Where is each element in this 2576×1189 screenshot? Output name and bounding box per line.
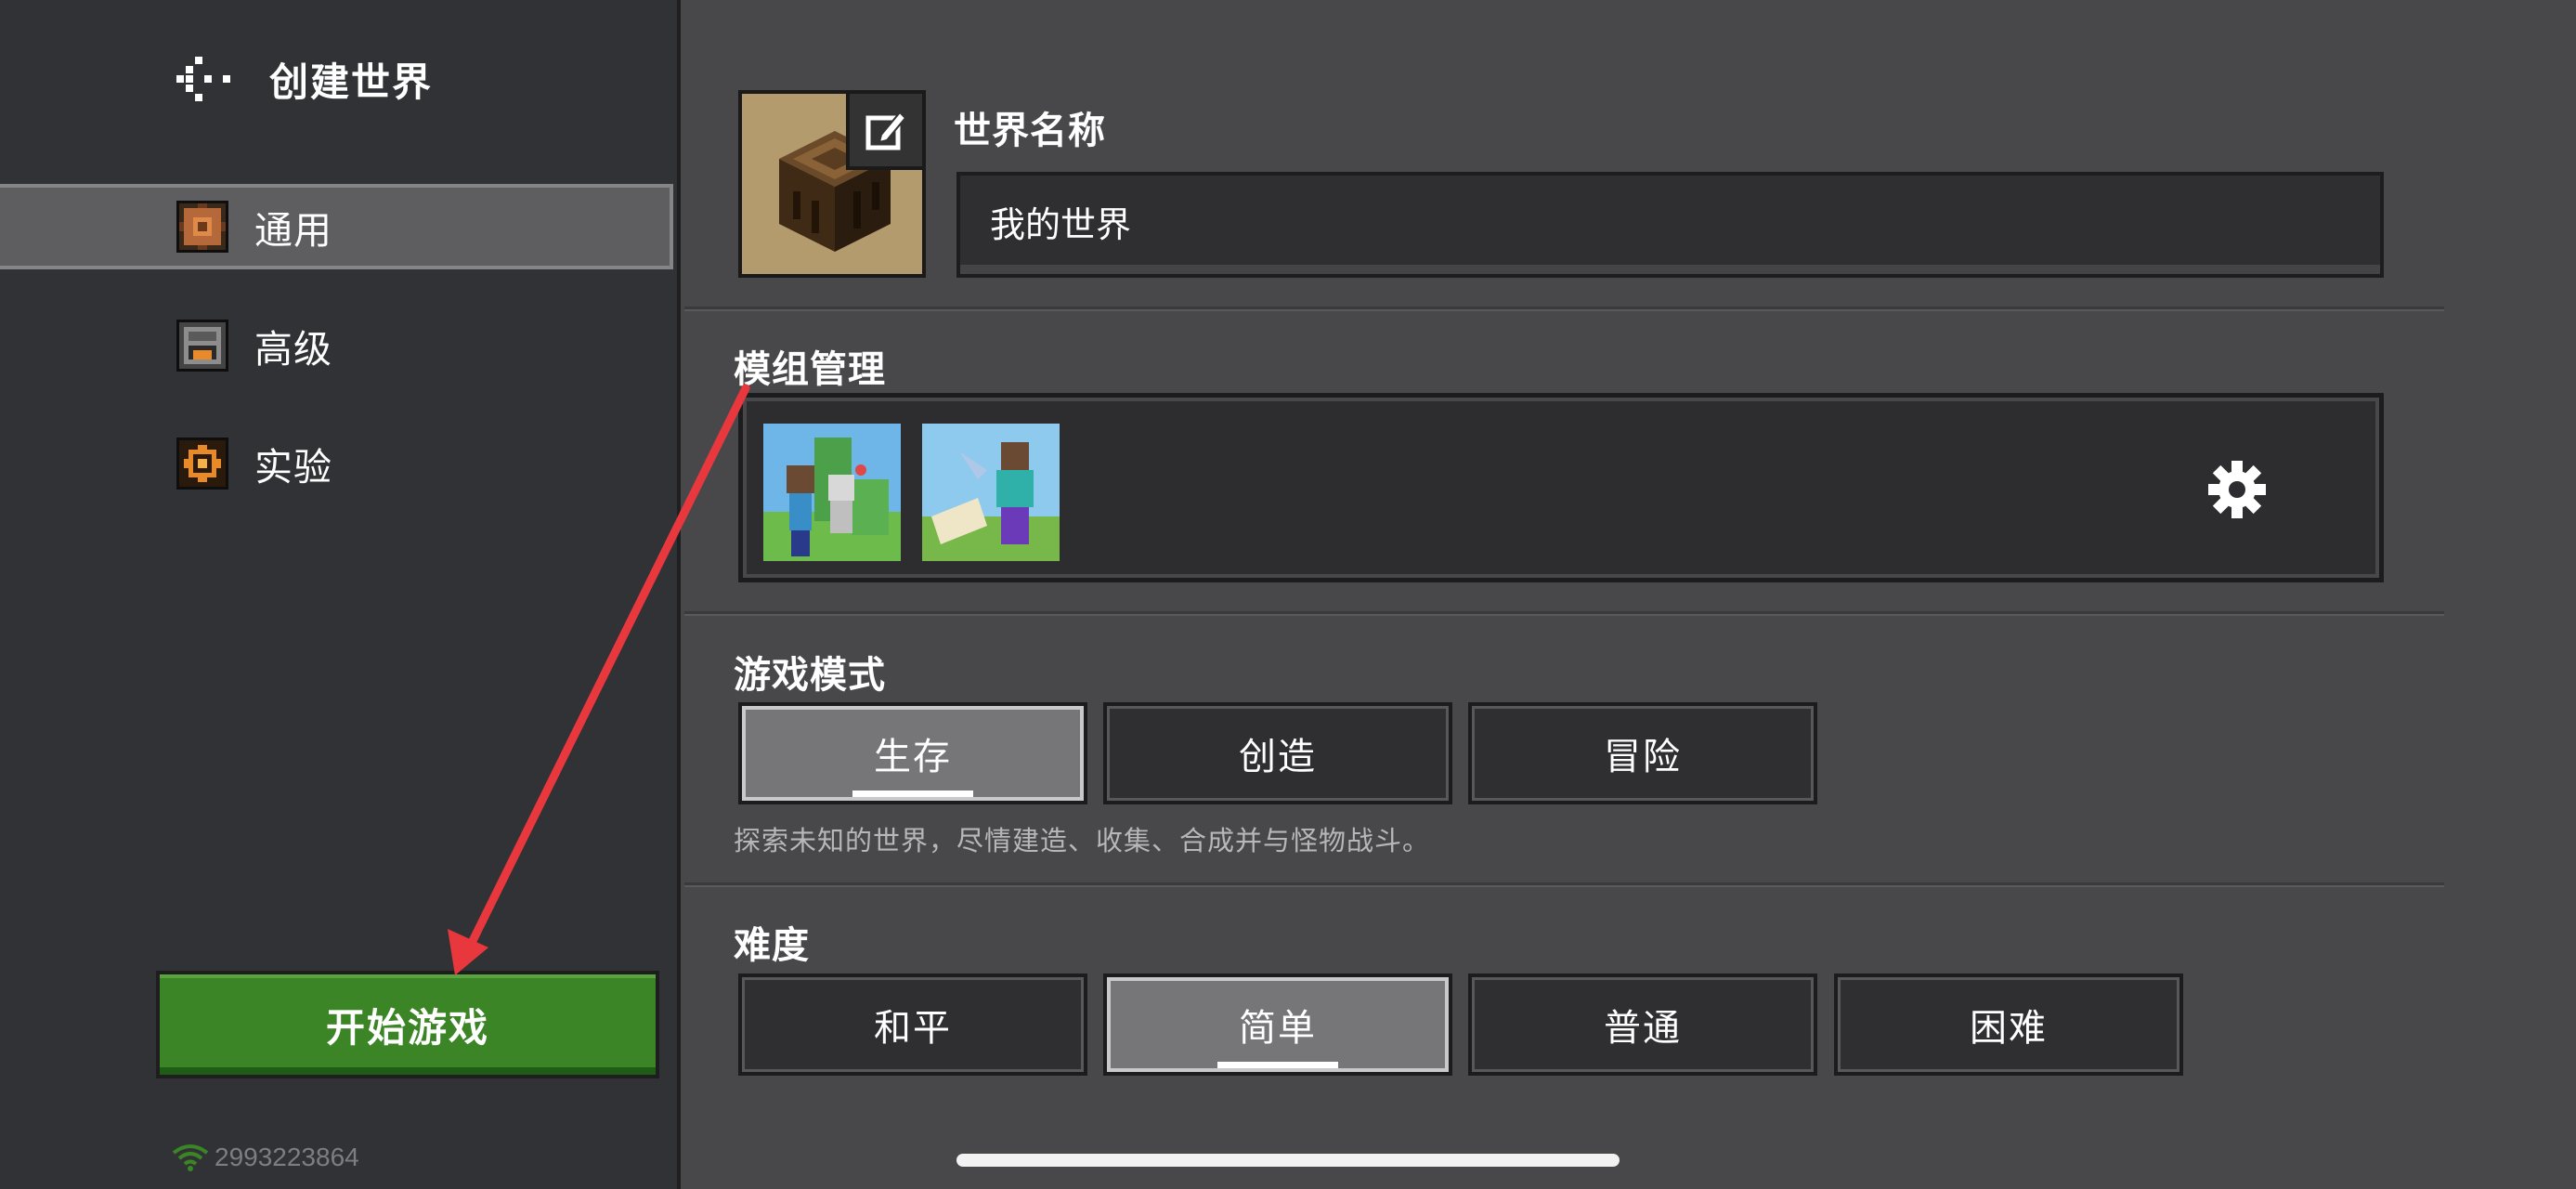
game-mode-title: 游戏模式: [734, 654, 886, 697]
mods-panel[interactable]: [738, 393, 2384, 582]
sidebar-item-label: 实验: [254, 445, 332, 490]
general-icon: [176, 201, 228, 253]
divider: [684, 882, 2444, 887]
difficulty-title: 难度: [734, 924, 810, 967]
edit-icon: [865, 111, 907, 150]
sidebar: 创建世界 通用 高级 实验 开始游戏 2993223864: [0, 0, 681, 1189]
sidebar-item-general[interactable]: 通用: [0, 184, 673, 269]
header: 创建世界: [176, 51, 433, 107]
wifi-icon: [172, 1144, 209, 1171]
sidebar-item-label: 高级: [254, 327, 332, 372]
gear-icon[interactable]: [2206, 459, 2268, 520]
world-icon: [738, 90, 926, 278]
game-mode-survival-button[interactable]: 生存: [738, 702, 1087, 804]
mod-thumbnail[interactable]: [922, 424, 1060, 561]
world-name-input[interactable]: [956, 172, 2384, 278]
back-arrow-icon[interactable]: [176, 56, 238, 102]
sidebar-item-experiments[interactable]: 实验: [0, 421, 673, 506]
game-mode-adventure-button[interactable]: 冒险: [1468, 702, 1817, 804]
world-name-label: 世界名称: [954, 110, 1106, 152]
sidebar-item-advanced[interactable]: 高级: [0, 303, 673, 388]
connection-status: 2993223864: [172, 1143, 359, 1172]
difficulty-easy-button[interactable]: 简单: [1103, 973, 1452, 1076]
experiments-icon: [176, 438, 228, 490]
page-title: 创建世界: [269, 59, 434, 105]
user-id: 2993223864: [215, 1143, 359, 1171]
advanced-icon: [176, 320, 228, 372]
start-game-label: 开始游戏: [325, 1004, 489, 1051]
start-game-button[interactable]: 开始游戏: [156, 971, 659, 1078]
game-mode-description: 探索未知的世界，尽情建造、收集、合成并与怪物战斗。: [734, 825, 1431, 856]
divider: [684, 611, 2444, 616]
divider: [684, 307, 2444, 311]
difficulty-hard-button[interactable]: 困难: [1834, 973, 2183, 1076]
sidebar-item-label: 通用: [254, 208, 332, 253]
edit-icon-button[interactable]: [846, 94, 922, 170]
mod-thumbnail[interactable]: [763, 424, 901, 561]
game-mode-creative-button[interactable]: 创造: [1103, 702, 1452, 804]
difficulty-peaceful-button[interactable]: 和平: [738, 973, 1087, 1076]
difficulty-normal-button[interactable]: 普通: [1468, 973, 1817, 1076]
home-indicator[interactable]: [956, 1154, 1620, 1167]
mods-title: 模组管理: [734, 348, 886, 391]
